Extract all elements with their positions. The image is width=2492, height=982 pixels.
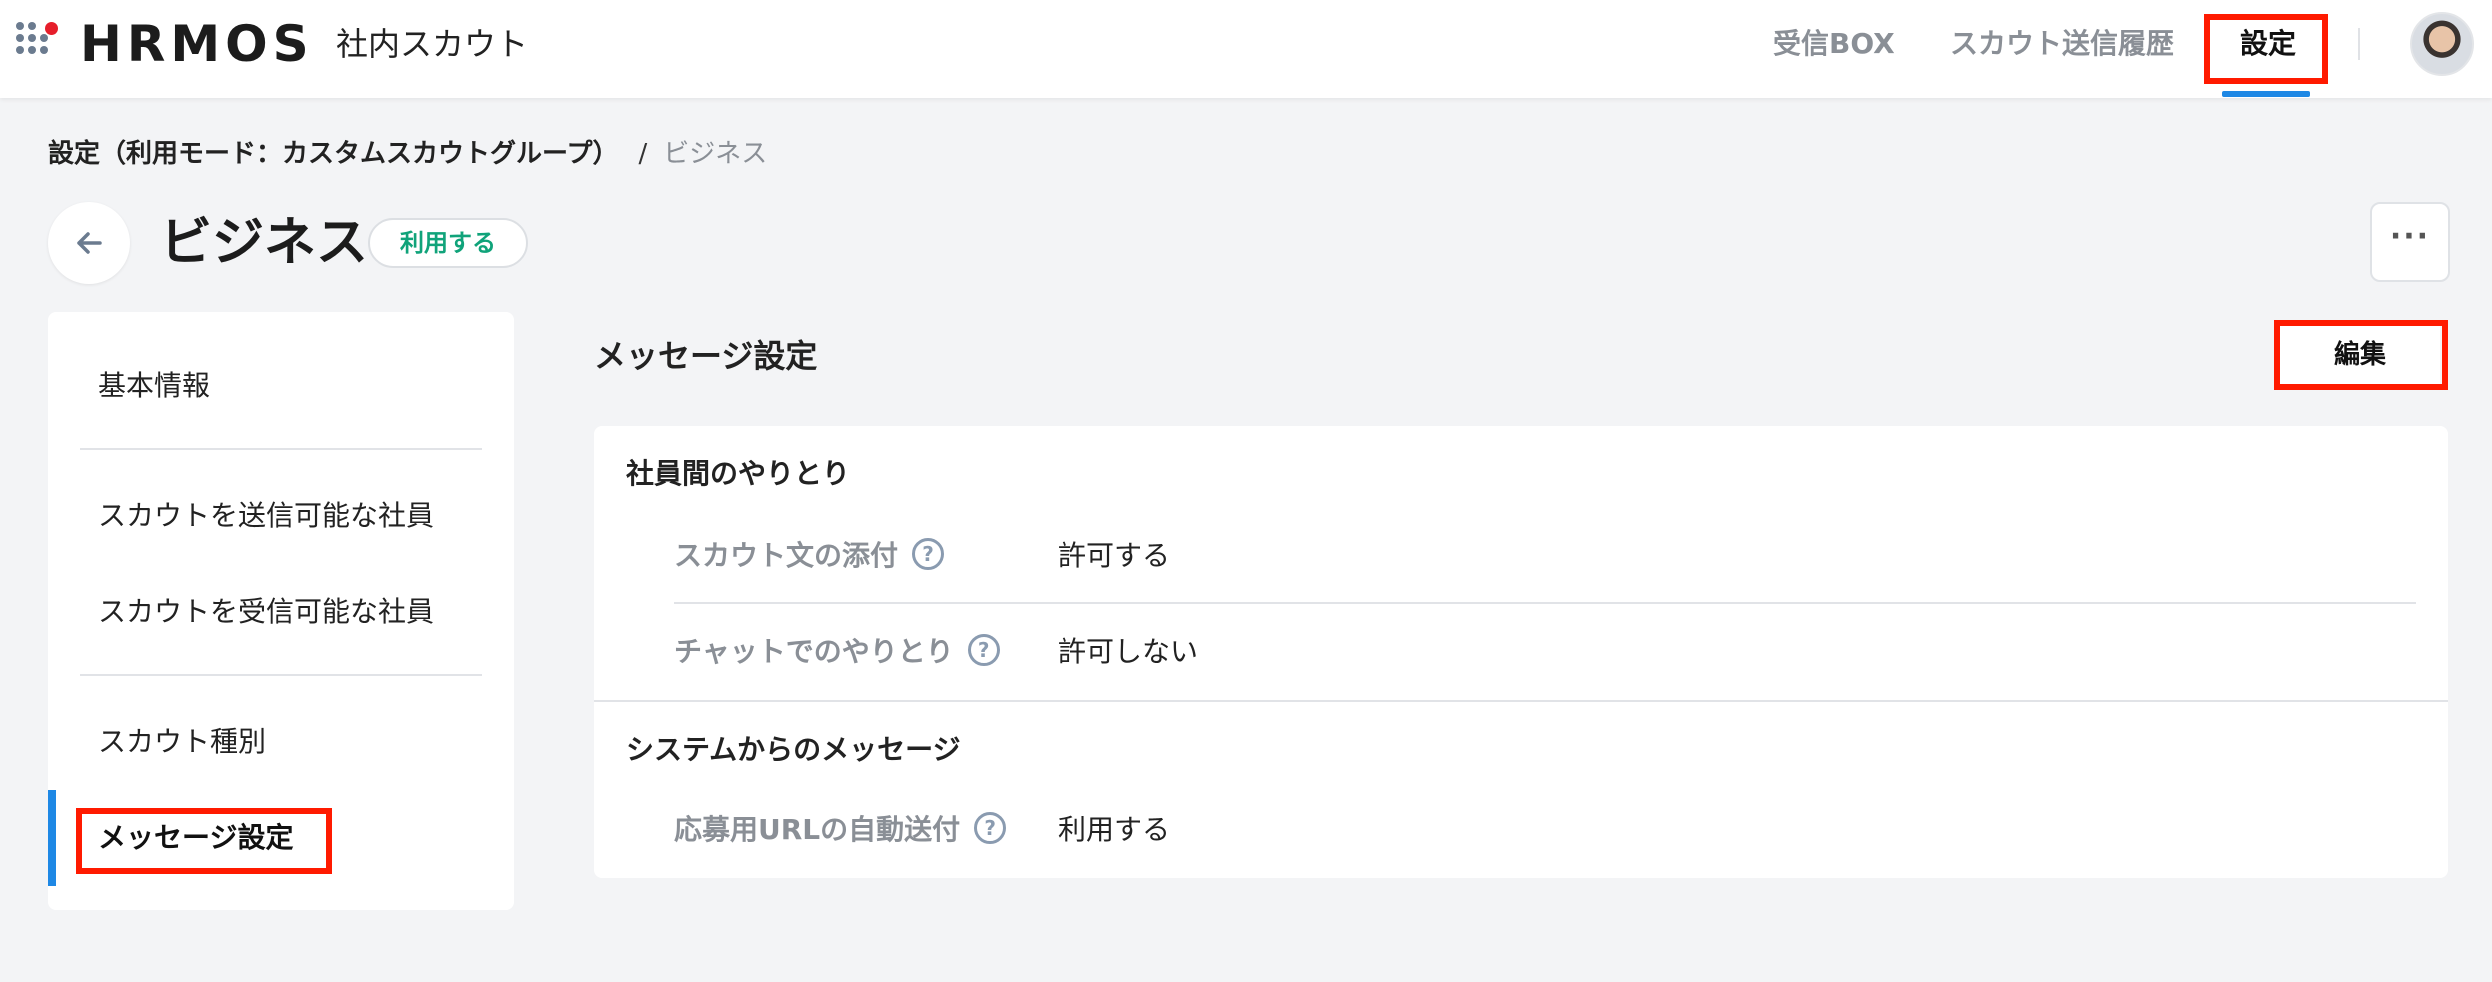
arrow-left-icon bbox=[77, 232, 102, 254]
sidebar-divider bbox=[80, 448, 482, 450]
help-icon[interactable]: ? bbox=[912, 538, 945, 570]
row-divider bbox=[674, 602, 2416, 604]
sidebar-item-message-settings[interactable]: メッセージ設定 bbox=[98, 818, 293, 858]
row-value-scout-attachment: 許可する bbox=[1058, 539, 1171, 572]
help-icon[interactable]: ? bbox=[974, 812, 1007, 844]
breadcrumb-parent[interactable]: 設定（利用モード：カスタムスカウトグループ） bbox=[48, 139, 618, 169]
product-name: 社内スカウト bbox=[336, 25, 529, 63]
breadcrumb: 設定（利用モード：カスタムスカウトグループ） / ビジネス bbox=[48, 134, 767, 174]
nav-settings[interactable]: 設定 bbox=[2240, 22, 2296, 66]
group-divider bbox=[594, 700, 2448, 702]
row-label-chat: チャットでのやりとり? bbox=[674, 632, 1000, 672]
sidebar-item-senders[interactable]: スカウトを送信可能な社員 bbox=[98, 496, 434, 536]
sidebar-item-receivers[interactable]: スカウトを受信可能な社員 bbox=[98, 592, 434, 632]
nav-inbox[interactable]: 受信BOX bbox=[1773, 22, 1895, 66]
row-value-chat: 許可しない bbox=[1058, 635, 1199, 668]
sidebar-active-indicator bbox=[48, 790, 56, 886]
sidebar-divider bbox=[80, 674, 482, 676]
notification-dot bbox=[45, 22, 58, 35]
settings-sidebar: 基本情報 スカウトを送信可能な社員 スカウトを受信可能な社員 スカウト種別 メッ… bbox=[48, 312, 514, 910]
header-divider bbox=[2358, 28, 2360, 60]
group-title-employee-exchange: 社員間のやりとり bbox=[626, 457, 851, 490]
message-settings-panel: 社員間のやりとり スカウト文の添付? 許可する チャットでのやりとり? 許可しな… bbox=[594, 426, 2448, 878]
row-label-text: チャットでのやりとり bbox=[674, 635, 954, 668]
nav-scout-history[interactable]: スカウト送信履歴 bbox=[1950, 22, 2174, 66]
breadcrumb-separator: / bbox=[638, 139, 648, 169]
section-title: メッセージ設定 bbox=[594, 337, 818, 375]
row-value-auto-url: 利用する bbox=[1058, 813, 1171, 846]
status-badge: 利用する bbox=[368, 218, 528, 268]
sidebar-item-scout-types[interactable]: スカウト種別 bbox=[98, 722, 266, 762]
edit-button[interactable]: 編集 bbox=[2280, 326, 2440, 384]
row-label-auto-url: 応募用URLの自動送付? bbox=[674, 810, 1007, 850]
row-label-text: スカウト文の添付 bbox=[674, 539, 899, 572]
row-label-text: 応募用URLの自動送付 bbox=[674, 813, 961, 846]
more-options-button[interactable]: ··· bbox=[2370, 202, 2450, 282]
nav-active-indicator bbox=[2222, 91, 2310, 97]
row-label-scout-attachment: スカウト文の添付? bbox=[674, 536, 945, 576]
breadcrumb-current: ビジネス bbox=[663, 139, 768, 169]
app-launcher-icon[interactable] bbox=[16, 22, 58, 64]
group-title-system-messages: システムからのメッセージ bbox=[626, 733, 961, 766]
page-title: ビジネス bbox=[160, 213, 369, 273]
user-avatar[interactable] bbox=[2410, 12, 2474, 76]
back-button[interactable] bbox=[48, 202, 130, 284]
help-icon[interactable]: ? bbox=[967, 634, 1000, 666]
sidebar-item-basic-info[interactable]: 基本情報 bbox=[98, 366, 210, 406]
top-header: HRMOS 社内スカウト 受信BOX スカウト送信履歴 設定 bbox=[0, 0, 2492, 98]
hrmos-logo[interactable]: HRMOS bbox=[80, 14, 314, 74]
